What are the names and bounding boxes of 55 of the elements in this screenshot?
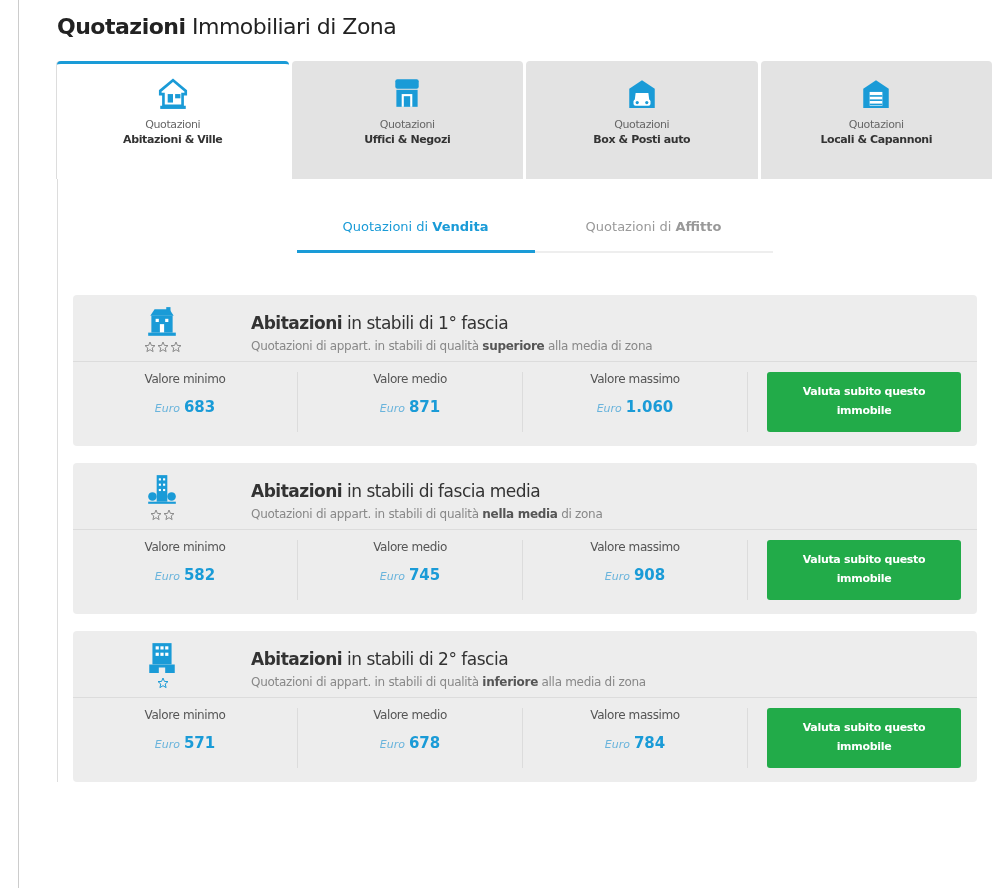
- price-value: 678: [408, 734, 441, 752]
- card-title: Abitazioni in stabili di 2° fascia: [251, 649, 510, 669]
- evaluate-button[interactable]: Valuta subito questo immobile: [767, 372, 961, 432]
- currency-label: Euro: [604, 570, 630, 583]
- value-label: Valore medio: [373, 540, 447, 554]
- price-value: 582: [183, 566, 216, 584]
- value-label: Valore medio: [373, 372, 447, 386]
- price-value: 871: [408, 398, 441, 416]
- tab-label: Quotazioni: [614, 118, 670, 131]
- category-tab[interactable]: Quotazioni Locali & Capannoni: [760, 61, 992, 179]
- currency-label: Euro: [154, 402, 180, 415]
- card-description: Quotazioni di appart. in stabili di qualità inferiore alla media di zona: [251, 675, 646, 689]
- tab-category: Abitazioni & Ville: [123, 133, 223, 146]
- tab-label: Quotazioni: [848, 118, 904, 131]
- currency-label: Euro: [596, 402, 622, 415]
- currency-label: Euro: [154, 570, 180, 583]
- star-rating-icon: [143, 341, 181, 353]
- star-rating-icon: [156, 677, 168, 689]
- price-value: 1.060: [625, 398, 674, 416]
- currency-label: Euro: [379, 738, 405, 751]
- price-value: 908: [633, 566, 666, 584]
- value-label: Valore massimo: [590, 372, 680, 386]
- value-label: Valore minimo: [144, 372, 226, 386]
- tab-label: Quotazioni: [379, 118, 435, 131]
- price-value: 571: [183, 734, 216, 752]
- category-tab[interactable]: Quotazioni Box & Posti auto: [526, 61, 758, 179]
- value-label: Valore massimo: [590, 708, 680, 722]
- value-label: Valore medio: [373, 708, 447, 722]
- sub-tab[interactable]: Quotazioni di Vendita: [296, 219, 535, 253]
- currency-label: Euro: [379, 570, 405, 583]
- value-label: Valore minimo: [144, 708, 226, 722]
- evaluate-button[interactable]: Valuta subito questo immobile: [767, 708, 961, 768]
- price-value: 745: [408, 566, 441, 584]
- value-label: Valore minimo: [144, 540, 226, 554]
- card-title: Abitazioni in stabili di fascia media: [251, 481, 542, 501]
- price-value: 784: [633, 734, 666, 752]
- card-description: Quotazioni di appart. in stabili di qualità superiore alla media di zona: [251, 339, 653, 353]
- tab-label: Quotazioni: [145, 118, 201, 131]
- tab-category: Locali & Capannoni: [820, 133, 933, 146]
- star-rating-icon: [150, 509, 174, 521]
- currency-label: Euro: [154, 738, 180, 751]
- tab-category: Box & Posti auto: [593, 133, 691, 146]
- tab-category: Uffici & Negozi: [364, 133, 451, 146]
- category-tab[interactable]: Quotazioni Uffici & Negozi: [291, 61, 523, 179]
- card-description: Quotazioni di appart. in stabili di qualità nella media di zona: [251, 507, 603, 521]
- page-title: Quotazioni Immobiliari di Zona: [57, 14, 398, 39]
- value-label: Valore massimo: [590, 540, 680, 554]
- house-icon: [145, 305, 179, 339]
- sub-tab[interactable]: Quotazioni di Affitto: [534, 219, 773, 253]
- currency-label: Euro: [604, 738, 630, 751]
- price-value: 683: [183, 398, 216, 416]
- currency-label: Euro: [379, 402, 405, 415]
- tower-building-icon: [145, 473, 179, 507]
- evaluate-button[interactable]: Valuta subito questo immobile: [767, 540, 961, 600]
- card-title: Abitazioni in stabili di 1° fascia: [251, 313, 510, 333]
